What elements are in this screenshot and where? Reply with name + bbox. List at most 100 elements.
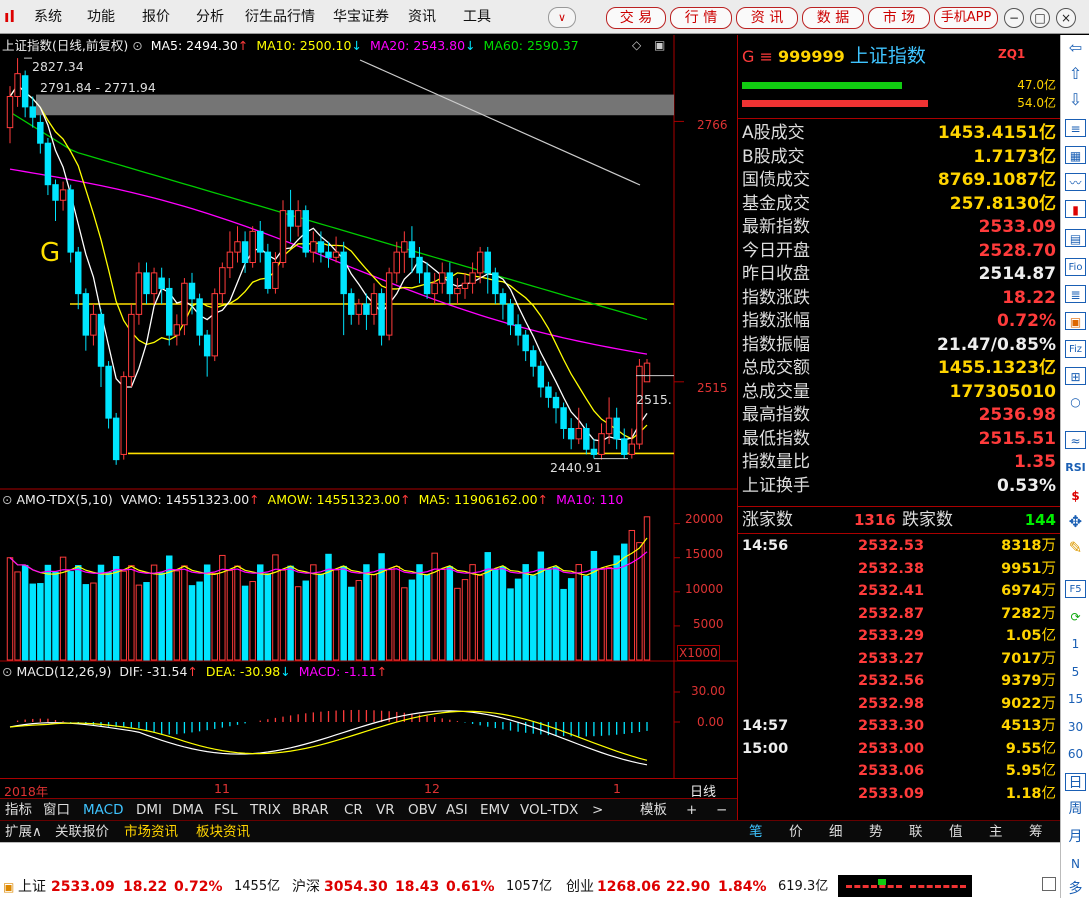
restore-icon[interactable]: □: [1030, 8, 1050, 28]
search-icon[interactable]: ○: [1065, 393, 1086, 411]
status-cy-label[interactable]: 创业: [566, 878, 594, 896]
tab-market-news[interactable]: 市场资讯: [124, 823, 178, 841]
settings-diamond-icon[interactable]: ◇: [632, 38, 641, 52]
period-15min[interactable]: 15: [1065, 690, 1086, 708]
wave-icon[interactable]: ≈: [1065, 431, 1086, 449]
menu-derivatives[interactable]: 衍生品行情: [245, 8, 315, 26]
calculator-icon[interactable]: ⊞: [1065, 367, 1086, 385]
tab-value[interactable]: 值: [949, 823, 963, 841]
pill-mobile-app[interactable]: 手机APP: [934, 7, 998, 29]
line-chart-icon[interactable]: 〰: [1065, 173, 1086, 191]
window-toggle-icon[interactable]: ▣: [654, 38, 665, 52]
list-icon[interactable]: ≡: [1065, 119, 1086, 137]
tab-indicator[interactable]: 指标: [5, 801, 32, 819]
close-icon[interactable]: ×: [1056, 8, 1076, 28]
tab-trend[interactable]: 势: [869, 823, 883, 841]
menu-system[interactable]: 系统: [34, 8, 62, 26]
period-5min[interactable]: 5: [1065, 663, 1086, 681]
period-1min[interactable]: 1: [1065, 635, 1086, 653]
f10-icon[interactable]: Fio: [1065, 258, 1086, 276]
period-day[interactable]: 日: [1065, 773, 1086, 791]
tab-dma[interactable]: DMA: [172, 801, 203, 819]
tab-sector-news[interactable]: 板块资讯: [196, 823, 250, 841]
tab-trix[interactable]: TRIX: [250, 801, 281, 819]
template-button[interactable]: 模板: [640, 801, 667, 819]
tab-main[interactable]: 主: [989, 823, 1003, 841]
tab-chips[interactable]: 筹: [1029, 823, 1043, 841]
dollar-icon[interactable]: $: [1065, 487, 1086, 505]
status-sh-label[interactable]: 上证: [18, 878, 46, 896]
menu-dropdown-button[interactable]: ∨: [548, 7, 576, 28]
menu-analysis[interactable]: 分析: [196, 8, 224, 26]
tab-obv[interactable]: OBV: [408, 801, 437, 819]
sell-strength-bar: [742, 100, 928, 107]
tab-dmi[interactable]: DMI: [136, 801, 162, 819]
tab-cr[interactable]: CR: [344, 801, 363, 819]
tab-brar[interactable]: BRAR: [292, 801, 329, 819]
candle-body: [226, 251, 234, 269]
candlestick-chart[interactable]: [0, 35, 737, 490]
f5-icon[interactable]: F5: [1065, 580, 1086, 598]
period-60min[interactable]: 60: [1065, 745, 1086, 763]
volume-chart[interactable]: [0, 490, 737, 662]
period-week[interactable]: 周: [1065, 800, 1086, 818]
menu-tools[interactable]: 工具: [463, 8, 491, 26]
tab-macd[interactable]: MACD: [83, 801, 123, 819]
move-icon[interactable]: ✥: [1065, 513, 1086, 531]
tab-window[interactable]: 窗口: [43, 801, 70, 819]
refresh-icon[interactable]: ⟳: [1065, 608, 1086, 626]
volume-bar: [14, 571, 21, 661]
menu-quote[interactable]: 报价: [142, 8, 170, 26]
candle-icon[interactable]: ▮: [1065, 200, 1086, 218]
collapse-icon[interactable]: ⊙: [132, 38, 142, 53]
tab-trades[interactable]: 笔: [749, 823, 763, 841]
window-icon[interactable]: ▤: [1065, 229, 1086, 247]
f12-icon[interactable]: Fiz: [1065, 340, 1086, 358]
period-n[interactable]: N: [1065, 855, 1086, 873]
tab-emv[interactable]: EMV: [480, 801, 509, 819]
pill-market[interactable]: 市 场: [868, 7, 930, 29]
add-window-button[interactable]: +: [686, 801, 697, 819]
tab-more-button[interactable]: >: [592, 801, 603, 819]
table-icon[interactable]: ▦: [1065, 146, 1086, 164]
pill-data[interactable]: 数 据: [802, 7, 864, 29]
period-30min[interactable]: 30: [1065, 718, 1086, 736]
tab-link[interactable]: 联: [909, 823, 923, 841]
pill-info[interactable]: 资 讯: [736, 7, 798, 29]
status-hs-label[interactable]: 沪深: [292, 878, 320, 896]
period-month[interactable]: 月: [1065, 828, 1086, 846]
minimize-icon[interactable]: −: [1004, 8, 1024, 28]
quote-stat-row: A股成交 1453.4151亿: [742, 122, 1058, 146]
arrow-up-icon[interactable]: ⇧: [1065, 65, 1086, 83]
remove-window-button[interactable]: −: [716, 801, 727, 819]
volume-collapse-icon[interactable]: ⊙: [2, 492, 12, 507]
volume-bar: [203, 564, 211, 661]
arrow-left-icon[interactable]: ⇦: [1065, 39, 1086, 57]
period-multi[interactable]: 多: [1065, 880, 1086, 898]
pill-market-quote[interactable]: 行 情: [670, 7, 732, 29]
pill-trade[interactable]: 交 易: [606, 7, 666, 29]
tab-asi[interactable]: ASI: [446, 801, 468, 819]
menu-news[interactable]: 资讯: [408, 8, 436, 26]
tab-related-quotes[interactable]: 关联报价: [55, 823, 109, 841]
volume-bar: [355, 580, 363, 661]
notes-icon[interactable]: ▣: [1065, 312, 1086, 330]
news-icon[interactable]: ≣: [1065, 285, 1086, 303]
tab-fsl[interactable]: FSL: [214, 801, 238, 819]
tab-detail[interactable]: 细: [829, 823, 843, 841]
tab-vr[interactable]: VR: [376, 801, 395, 819]
tab-vol-tdx[interactable]: VOL-TDX: [520, 801, 578, 819]
menu-function[interactable]: 功能: [87, 8, 115, 26]
volume-bar: [476, 574, 484, 661]
rsi-icon[interactable]: RSI: [1065, 459, 1086, 477]
volume-bar: [90, 582, 97, 661]
amow-label: AMOW: 14551323.00: [267, 492, 401, 507]
arrow-down-icon[interactable]: ⇩: [1065, 91, 1086, 109]
expand-button[interactable]: 扩展∧: [5, 823, 42, 841]
status-toggle-icon[interactable]: [1042, 877, 1056, 891]
tab-price[interactable]: 价: [789, 823, 803, 841]
volume-bar: [143, 582, 150, 661]
menu-broker[interactable]: 华宝证券: [333, 8, 389, 26]
pencil-icon[interactable]: ✎: [1065, 539, 1086, 557]
macd-collapse-icon[interactable]: ⊙: [2, 664, 12, 679]
